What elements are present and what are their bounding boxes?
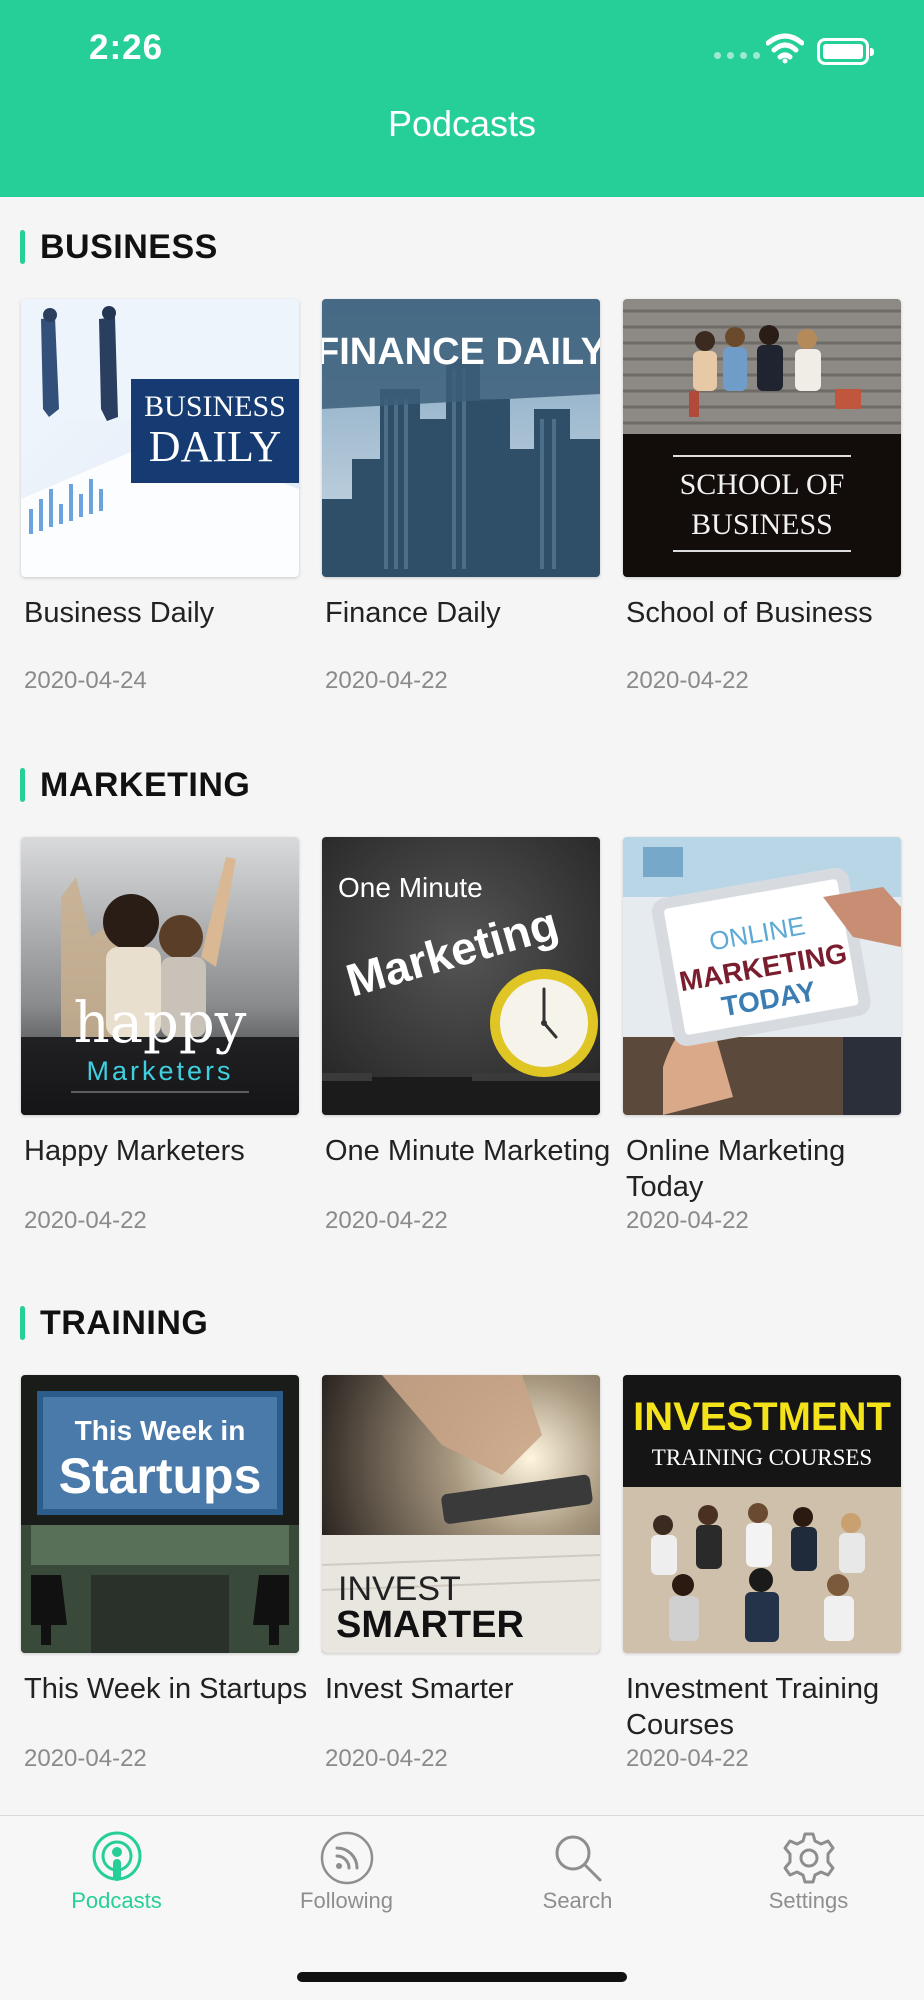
- artwork-text: Startups: [59, 1448, 262, 1504]
- home-indicator[interactable]: [297, 1972, 627, 1982]
- artwork-text: SMARTER: [336, 1604, 524, 1646]
- wifi-icon: [766, 33, 804, 64]
- status-time: 2:26: [89, 28, 164, 67]
- artwork-text: DAILY: [149, 422, 281, 471]
- artwork-text: One Minute: [338, 872, 483, 903]
- tab-label: Following: [300, 1888, 393, 1913]
- podcast-artwork[interactable]: This Week in Startups: [21, 1375, 299, 1653]
- podcast-card-happy-marketers[interactable]: happy Marketers Happy Marketers 2020-04-…: [21, 837, 299, 1234]
- podcast-title[interactable]: This Week in Startups: [24, 1671, 314, 1707]
- artwork-text: This Week in: [75, 1415, 246, 1446]
- battery-icon: [817, 38, 874, 65]
- artwork-text: BUSINESS: [691, 508, 833, 541]
- podcast-artwork[interactable]: happy Marketers: [21, 837, 299, 1115]
- podcast-artwork[interactable]: ONLINE MARKETING TODAY: [623, 837, 901, 1115]
- podcast-icon: [92, 1831, 142, 1881]
- tab-label: Podcasts: [71, 1888, 162, 1913]
- search-icon: [555, 1835, 602, 1882]
- podcast-artwork[interactable]: FINANCE DAILY: [322, 299, 600, 577]
- podcast-artwork[interactable]: INVESTMENT TRAINING COURSES: [623, 1375, 901, 1653]
- podcast-card-online-marketing-today[interactable]: ONLINE MARKETING TODAY Online Marketing …: [623, 837, 901, 1234]
- podcast-date: 2020-04-22: [626, 1745, 749, 1772]
- podcast-date: 2020-04-22: [626, 667, 749, 694]
- section-title: TRAINING: [40, 1303, 209, 1342]
- podcast-title[interactable]: Online Marketing Today: [626, 1133, 916, 1205]
- artwork-text: INVEST: [338, 1570, 461, 1608]
- podcast-artwork[interactable]: BUSINESS DAILY: [21, 299, 299, 577]
- podcast-card-invest-smarter[interactable]: INVEST SMARTER Invest Smarter 2020-04-22: [322, 1375, 600, 1772]
- section-title: BUSINESS: [40, 227, 218, 266]
- section-accent-bar: [20, 230, 25, 264]
- podcast-date: 2020-04-22: [24, 1745, 147, 1772]
- tab-podcasts[interactable]: Podcasts: [1, 1816, 232, 1926]
- rss-icon: [320, 1831, 374, 1885]
- cellular-signal-icon: [714, 52, 760, 59]
- artwork-text: SCHOOL OF: [680, 468, 845, 501]
- artwork-text: Marketers: [86, 1056, 233, 1086]
- podcast-date: 2020-04-24: [24, 667, 147, 694]
- podcast-date: 2020-04-22: [325, 667, 448, 694]
- podcast-artwork[interactable]: INVEST SMARTER: [322, 1375, 600, 1653]
- podcast-card-school-of-business[interactable]: SCHOOL OF BUSINESS School of Business 20…: [623, 299, 901, 694]
- artwork-text: FINANCE DAILY: [322, 331, 600, 373]
- section-header: BUSINESS: [20, 227, 218, 266]
- tab-search[interactable]: Search: [462, 1816, 693, 1926]
- section-accent-bar: [20, 768, 25, 802]
- podcast-date: 2020-04-22: [24, 1207, 147, 1234]
- artwork-text: TRAINING COURSES: [652, 1445, 872, 1470]
- podcast-title[interactable]: Invest Smarter: [325, 1671, 615, 1707]
- page-title: Podcasts: [387, 103, 537, 144]
- podcast-card-finance-daily[interactable]: FINANCE DAILY Finance Daily 2020-04-22: [322, 299, 600, 694]
- podcast-title[interactable]: Happy Marketers: [24, 1133, 314, 1169]
- podcast-card-investment-training-courses[interactable]: INVESTMENT TRAINING COURSES Investment T…: [623, 1375, 901, 1772]
- artwork-text: happy: [74, 991, 247, 1056]
- podcast-title[interactable]: Investment Training Courses: [626, 1671, 916, 1743]
- gear-icon: [783, 1832, 835, 1884]
- tab-following[interactable]: Following: [231, 1816, 462, 1926]
- podcast-date: 2020-04-22: [325, 1745, 448, 1772]
- artwork-text: INVESTMENT: [633, 1395, 891, 1439]
- section-accent-bar: [20, 1306, 25, 1340]
- podcast-card-business-daily[interactable]: BUSINESS DAILY Business Daily 2020-04-24: [21, 299, 299, 694]
- podcast-title[interactable]: Finance Daily: [325, 595, 615, 631]
- podcast-artwork[interactable]: One Minute Marketing: [322, 837, 600, 1115]
- podcast-title[interactable]: One Minute Marketing: [325, 1133, 615, 1169]
- nav-header: 2:26 Podcasts: [0, 0, 924, 197]
- podcast-card-one-minute-marketing[interactable]: One Minute Marketing One Minute Marketin…: [322, 837, 610, 1234]
- section-header: TRAINING: [20, 1303, 209, 1342]
- podcast-date: 2020-04-22: [626, 1207, 749, 1234]
- podcast-title[interactable]: School of Business: [626, 595, 916, 631]
- podcast-date: 2020-04-22: [325, 1207, 448, 1234]
- section-header: MARKETING: [20, 765, 251, 804]
- podcast-artwork[interactable]: SCHOOL OF BUSINESS: [623, 299, 901, 577]
- podcast-title[interactable]: Business Daily: [24, 595, 314, 631]
- tab-label: Settings: [768, 1888, 849, 1913]
- section-title: MARKETING: [40, 765, 251, 804]
- tab-settings[interactable]: Settings: [693, 1816, 924, 1926]
- artwork-text: BUSINESS: [144, 390, 286, 423]
- tab-label: Search: [542, 1888, 613, 1913]
- podcast-card-this-week-in-startups[interactable]: This Week in Startups This Week in Start…: [21, 1375, 307, 1772]
